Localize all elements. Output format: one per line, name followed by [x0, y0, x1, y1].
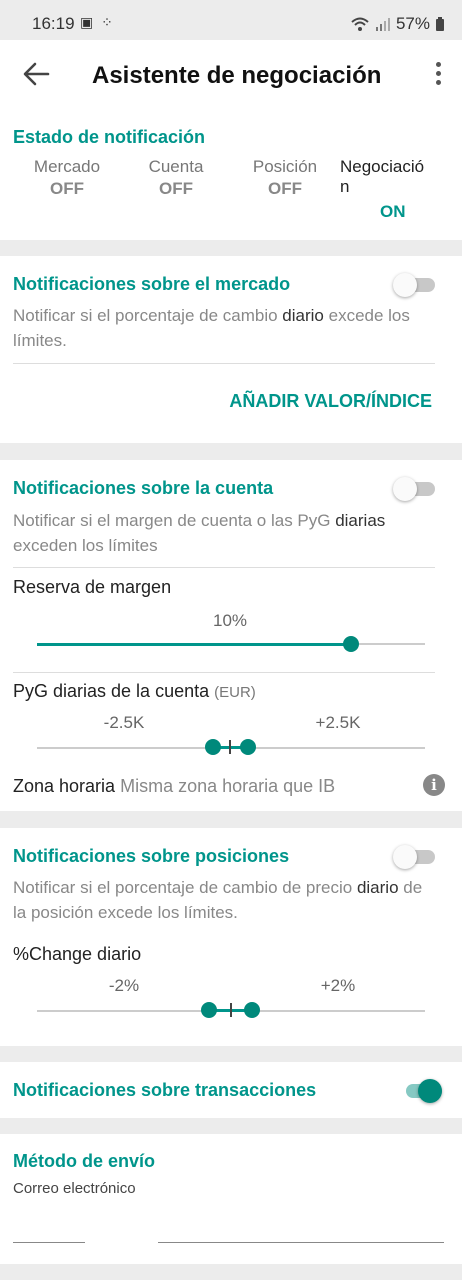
positions-description: Notificar si el porcentaje de cambio de …	[13, 878, 423, 922]
transaction-notifications-card: Notificaciones sobre transacciones	[0, 1062, 462, 1118]
transactions-toggle[interactable]	[400, 1078, 444, 1103]
timezone-row: Zona horaria Misma zona horaria que IB	[13, 776, 336, 796]
battery-percent: 57%	[395, 14, 430, 33]
margin-reserve-value: 10%	[212, 611, 248, 630]
account-heading: Notificaciones sobre la cuenta	[13, 478, 274, 498]
pnl-low-handle[interactable]	[205, 739, 221, 755]
wifi-icon	[351, 17, 369, 31]
notification-status-card: Estado de notificación Mercado OFF Cuent…	[0, 110, 462, 240]
market-toggle[interactable]	[393, 272, 437, 297]
back-arrow-icon[interactable]	[20, 58, 52, 90]
app-bar: Asistente de negociación	[0, 40, 462, 110]
status-trading: Negociació n ON	[340, 157, 425, 221]
status-position: Posición OFF	[252, 157, 318, 198]
change-low-value: -2%	[108, 976, 140, 995]
change-low-handle[interactable]	[201, 1002, 217, 1018]
account-notifications-card: Notificaciones sobre la cuenta Notificar…	[0, 460, 462, 811]
account-description: Notificar si el margen de cuenta o las P…	[13, 511, 386, 555]
daily-change-label: %Change diario	[13, 944, 142, 964]
positions-heading: Notificaciones sobre posiciones	[13, 846, 290, 866]
page-title: Asistente de negociación	[92, 62, 382, 89]
delivery-method-card: Método de envío Correo electrónico	[0, 1134, 462, 1264]
positions-toggle[interactable]	[393, 844, 437, 869]
margin-reserve-label: Reserva de margen	[13, 577, 172, 597]
delivery-value[interactable]: Correo electrónico	[13, 1180, 136, 1197]
battery-icon	[436, 17, 444, 31]
account-toggle[interactable]	[393, 476, 437, 501]
market-notifications-card: Notificaciones sobre el mercado Notifica…	[0, 256, 462, 443]
pnl-high-value: +2.5K	[315, 713, 361, 732]
status-market: Mercado OFF	[33, 157, 101, 198]
notification-status-heading: Estado de notificación	[13, 127, 206, 147]
notification-icons: ▣ ⁘	[80, 14, 115, 30]
market-heading: Notificaciones sobre el mercado	[13, 274, 291, 294]
change-high-handle[interactable]	[244, 1002, 260, 1018]
status-bar: 16:19 ▣ ⁘ 57%	[0, 0, 462, 40]
status-account: Cuenta OFF	[148, 157, 204, 198]
daily-pnl-label: PyG diarias de la cuenta (EUR)	[13, 681, 256, 701]
market-description: Notificar si el porcentaje de cambio dia…	[13, 306, 410, 350]
position-notifications-card: Notificaciones sobre posiciones Notifica…	[0, 828, 462, 1046]
info-icon[interactable]: i	[423, 774, 445, 796]
change-high-value: +2%	[320, 976, 356, 995]
pnl-low-value: -2.5K	[103, 713, 145, 732]
add-symbol-button[interactable]: AÑADIR VALOR/ÍNDICE	[229, 391, 432, 412]
more-options-icon[interactable]	[426, 60, 450, 90]
signal-icon	[375, 18, 390, 31]
delivery-heading: Método de envío	[13, 1151, 156, 1171]
pnl-high-handle[interactable]	[240, 739, 256, 755]
transactions-heading: Notificaciones sobre transacciones	[13, 1080, 317, 1100]
status-time: 16:19	[32, 14, 75, 33]
margin-slider-handle[interactable]	[343, 636, 360, 652]
margin-slider-fill	[37, 643, 352, 646]
